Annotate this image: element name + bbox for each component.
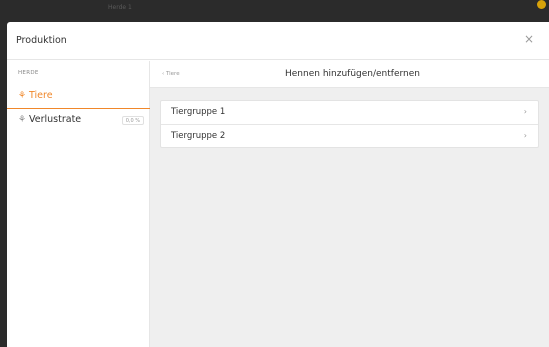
chevron-right-icon: › <box>523 107 527 116</box>
list-item-label: Tiergruppe 2 <box>171 131 226 141</box>
close-icon[interactable]: × <box>522 32 536 46</box>
sidebar-item-verlustrate[interactable]: ⚘ Verlustrate 0,0 % <box>7 112 150 133</box>
app-screen: Herde 1 Produktion × HERDE ⚘ Tiere ⚘ Ver… <box>0 0 549 347</box>
hen-icon: ⚘ <box>18 91 27 101</box>
top-bar: Herde 1 <box>0 0 549 22</box>
sidebar: HERDE ⚘ Tiere ⚘ Verlustrate 0,0 % <box>7 61 150 347</box>
list-item-tiergruppe-1[interactable]: Tiergruppe 1 › <box>161 101 538 124</box>
chevron-right-icon: › <box>523 131 527 140</box>
modal-header: Produktion × <box>7 22 549 60</box>
notification-dot-icon[interactable] <box>537 0 546 9</box>
production-modal: Produktion × HERDE ⚘ Tiere ⚘ Verlustrate… <box>7 22 549 347</box>
sidebar-item-label: Tiere <box>29 90 53 101</box>
sub-header: ‹ Tiere Hennen hinzufügen/entfernen <box>150 61 549 88</box>
list-item-tiergruppe-2[interactable]: Tiergruppe 2 › <box>161 124 538 147</box>
main-content: ‹ Tiere Hennen hinzufügen/entfernen Tier… <box>150 61 549 347</box>
hen-icon: ⚘ <box>18 115 27 125</box>
group-list: Tiergruppe 1 › Tiergruppe 2 › <box>160 100 539 148</box>
sidebar-section-label: HERDE <box>18 70 39 76</box>
list-item-label: Tiergruppe 1 <box>171 107 226 117</box>
sidebar-item-tiere[interactable]: ⚘ Tiere <box>7 88 150 109</box>
modal-title: Produktion <box>16 35 67 46</box>
back-link[interactable]: ‹ Tiere <box>162 71 180 77</box>
top-bar-title: Herde 1 <box>108 4 132 11</box>
status-badge: 0,0 % <box>121 116 144 125</box>
sidebar-item-label: Verlustrate <box>29 114 82 125</box>
page-title: Hennen hinzufügen/entfernen <box>285 69 420 79</box>
